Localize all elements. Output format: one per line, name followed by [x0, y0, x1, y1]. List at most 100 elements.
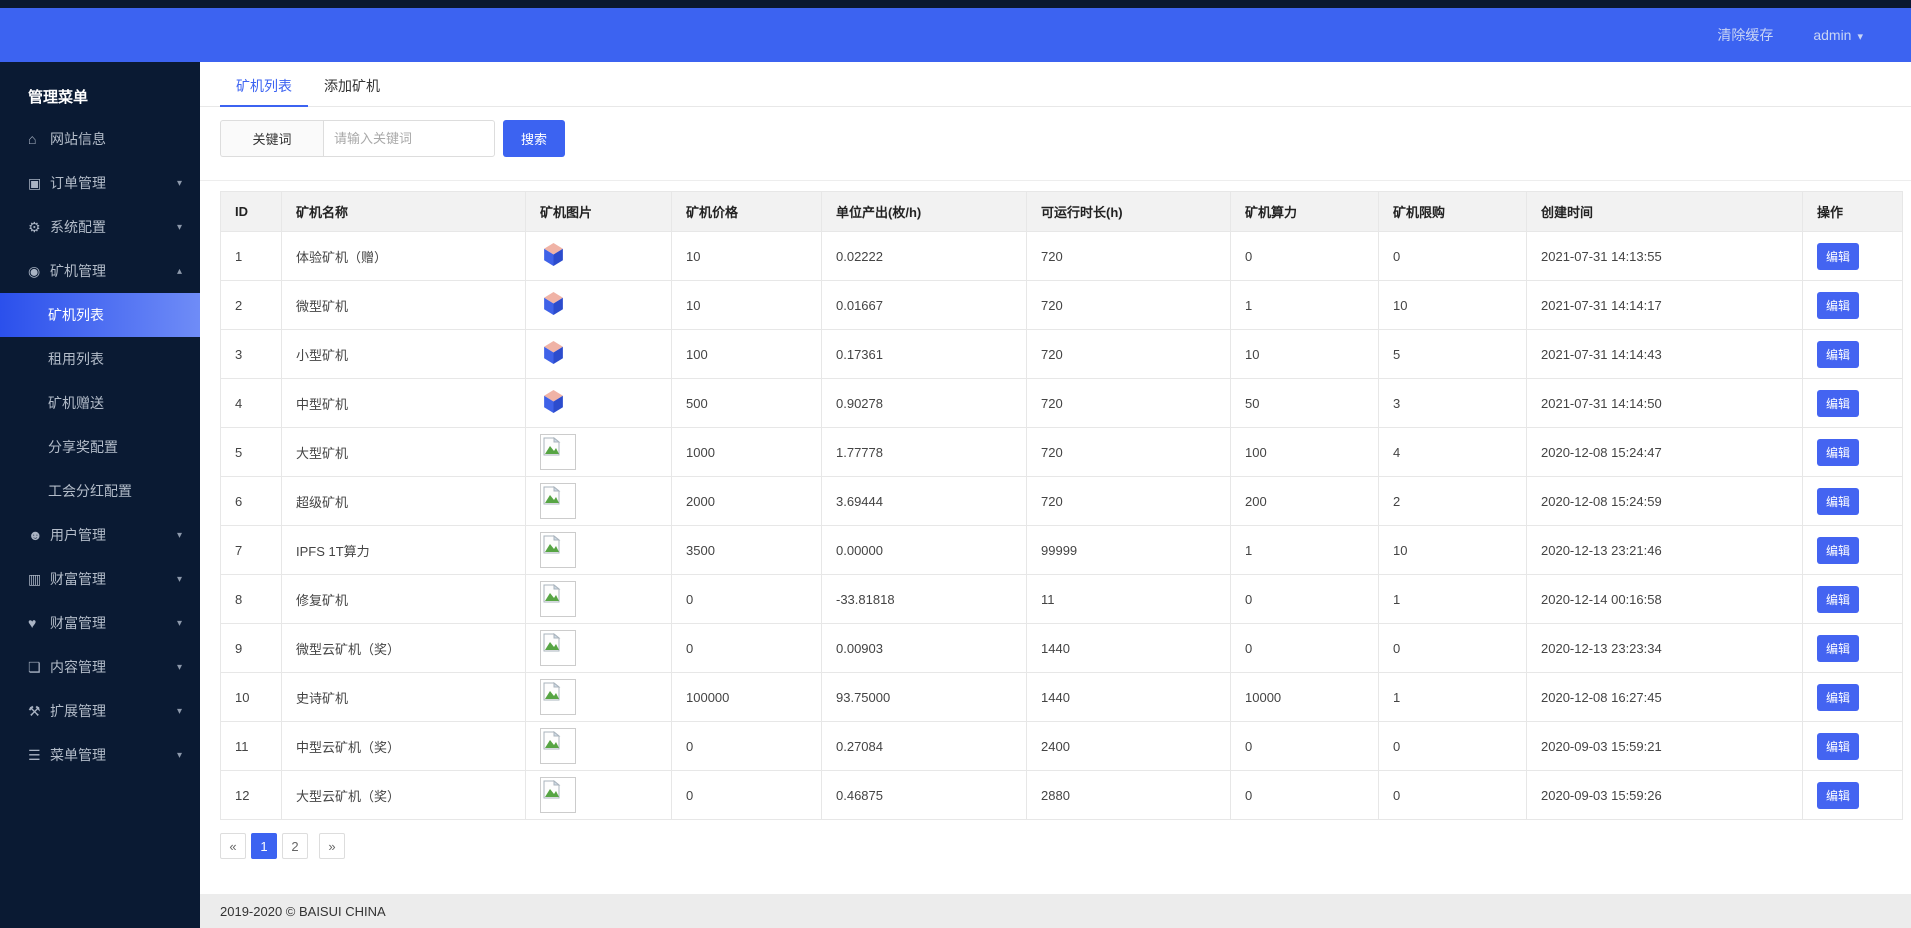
divider: [200, 180, 1911, 181]
sidebar-item[interactable]: ♥ 财富管理 ▾: [0, 601, 200, 645]
search-button[interactable]: 搜索: [503, 120, 565, 157]
table-row: 11 中型云矿机（奖） 0 0.27084 2400 0 0 2020-09-03 15:59…: [220, 721, 1903, 771]
broken-image-icon: [543, 584, 561, 603]
cell-power: 0: [1230, 770, 1379, 820]
cell-created: 2020-12-13 23:23:34: [1526, 623, 1803, 673]
edit-button[interactable]: 编辑: [1817, 291, 1860, 319]
cell-hours: 720: [1026, 329, 1231, 379]
cell-power: 10: [1230, 329, 1379, 379]
pagination-prev[interactable]: «: [220, 833, 246, 859]
sidebar-item[interactable]: ❏ 内容管理 ▾: [0, 645, 200, 689]
heart-icon: ♥: [28, 615, 37, 631]
cell-created: 2020-12-08 15:24:47: [1526, 427, 1803, 477]
sidebar-item[interactable]: ☰ 菜单管理 ▾: [0, 733, 200, 777]
miner-image: [544, 390, 563, 413]
sidebar-subitem[interactable]: 工会分红配置: [0, 469, 200, 513]
cell-output: 1.77778: [821, 427, 1027, 477]
sidebar-subitem[interactable]: 矿机赠送: [0, 381, 200, 425]
cell-price: 100000: [671, 672, 822, 722]
pagination-next[interactable]: »: [319, 833, 345, 859]
cell-hours: 11: [1026, 574, 1231, 624]
column-header: 单位产出(枚/h): [821, 191, 1027, 232]
edit-button[interactable]: 编辑: [1817, 683, 1860, 711]
cell-price: 0: [671, 574, 822, 624]
sidebar-item[interactable]: ☻ 用户管理 ▾: [0, 513, 200, 557]
sidebar-menu: ⌂ 网站信息 ▣ 订单管理 ▾ ⚙ 系统配置 ▾ ◉ 矿机管理 ▴ 矿机列表 租用列表 矿机赠送 分享奖配置…: [0, 117, 200, 777]
tab[interactable]: 矿机列表: [220, 68, 308, 107]
broken-image-placeholder: [540, 483, 576, 519]
cell-output: 0.01667: [821, 280, 1027, 330]
cell-limit: 10: [1378, 525, 1527, 575]
cell-limit: 0: [1378, 623, 1527, 673]
table-row: 9 微型云矿机（奖） 0 0.00903 1440 0 0 2020-12-13 23:23:…: [220, 623, 1903, 673]
edit-button[interactable]: 编辑: [1817, 536, 1860, 564]
sidebar-item[interactable]: ▣ 订单管理 ▾: [0, 161, 200, 205]
table-row: 1 体验矿机（赠） 10 0.02222 720 0 0 2021-07-31 14:13:5…: [220, 231, 1903, 281]
miner-image: [544, 292, 563, 315]
edit-button[interactable]: 编辑: [1817, 340, 1860, 368]
sidebar-item-label: 内容管理: [50, 659, 106, 675]
cell-output: 93.75000: [821, 672, 1027, 722]
broken-image-icon: [543, 731, 561, 750]
table-row: 5 大型矿机 1000 1.77778 720 100 4 2020-12-08 15:24:…: [220, 427, 1903, 477]
chevron-down-icon: ▾: [176, 529, 182, 541]
sidebar-item-label: 扩展管理: [50, 703, 106, 719]
sidebar-subitem[interactable]: 矿机列表: [0, 293, 200, 337]
sidebar-item[interactable]: ⚙ 系统配置 ▾: [0, 205, 200, 249]
copyright-text: 2019-2020 © BAISUI CHINA: [220, 903, 386, 919]
cell-actions: 编辑: [1802, 770, 1903, 820]
tab[interactable]: 添加矿机: [308, 68, 396, 106]
sidebar-item[interactable]: ▥ 财富管理 ▾: [0, 557, 200, 601]
edit-button[interactable]: 编辑: [1817, 487, 1860, 515]
user-menu[interactable]: admin ▾: [1813, 27, 1863, 43]
caret-down-icon: ▾: [1857, 31, 1863, 43]
cell-price: 0: [671, 623, 822, 673]
edit-button[interactable]: 编辑: [1817, 732, 1860, 760]
edit-button[interactable]: 编辑: [1817, 389, 1860, 417]
edit-button[interactable]: 编辑: [1817, 781, 1860, 809]
edit-button[interactable]: 编辑: [1817, 438, 1860, 466]
edit-button[interactable]: 编辑: [1817, 242, 1860, 270]
cell-price: 10: [671, 231, 822, 281]
cell-image: [525, 476, 672, 526]
wrench-icon: ⚒: [28, 702, 41, 719]
cell-id: 10: [220, 672, 282, 722]
cell-price: 1000: [671, 427, 822, 477]
cell-output: -33.81818: [821, 574, 1027, 624]
edit-button[interactable]: 编辑: [1817, 585, 1860, 613]
sidebar-item[interactable]: ⌂ 网站信息: [0, 117, 200, 161]
chevron-down-icon: ▾: [176, 749, 182, 761]
miner-table: ID 矿机名称 矿机图片 矿机价格 单位产出(枚/h) 可运行时长(h) 矿机算力 矿机限购创…: [220, 191, 1903, 820]
orders-icon: ▣: [28, 174, 42, 191]
column-header: 创建时间: [1526, 191, 1803, 232]
pagination-page[interactable]: 2: [282, 833, 308, 859]
table-row: 8 修复矿机 0 -33.81818 11 0 1 2020-12-14 00:16:58 编辑: [220, 574, 1903, 624]
chevron-down-icon: ▾: [176, 221, 182, 233]
cell-price: 500: [671, 378, 822, 428]
column-header: ID: [220, 191, 282, 232]
table-row: 4 中型矿机 500 0.90278 720 50 3 2021-07-31 14:14:50…: [220, 378, 1903, 428]
sidebar-item[interactable]: ⚒ 扩展管理 ▾: [0, 689, 200, 733]
sidebar-subitem[interactable]: 租用列表: [0, 337, 200, 381]
cell-limit: 0: [1378, 721, 1527, 771]
cell-image: [525, 721, 672, 771]
sidebar-item[interactable]: ◉ 矿机管理 ▴: [0, 249, 200, 293]
cell-actions: 编辑: [1802, 672, 1903, 722]
cell-actions: 编辑: [1802, 476, 1903, 526]
clear-cache-link[interactable]: 清除缓存: [1717, 25, 1773, 45]
users-icon: ☻: [28, 527, 43, 543]
cell-price: 100: [671, 329, 822, 379]
cell-price: 0: [671, 770, 822, 820]
app-header: 清除缓存 admin ▾: [0, 8, 1911, 62]
pagination-page[interactable]: 1: [251, 833, 277, 859]
keyword-input[interactable]: [323, 120, 495, 157]
cell-hours: 720: [1026, 378, 1231, 428]
sidebar-subitem[interactable]: 分享奖配置: [0, 425, 200, 469]
cell-power: 10000: [1230, 672, 1379, 722]
table-row: 7 IPFS 1T算力 3500 0.00000 99999 1 10 2020-12-13 …: [220, 525, 1903, 575]
cell-created: 2020-12-13 23:21:46: [1526, 525, 1803, 575]
edit-button[interactable]: 编辑: [1817, 634, 1860, 662]
table-row: 10 史诗矿机 100000 93.75000 1440 10000 1 2020-12-08…: [220, 672, 1903, 722]
cell-name: 中型云矿机（奖）: [281, 721, 526, 771]
cell-created: 2020-12-08 15:24:59: [1526, 476, 1803, 526]
